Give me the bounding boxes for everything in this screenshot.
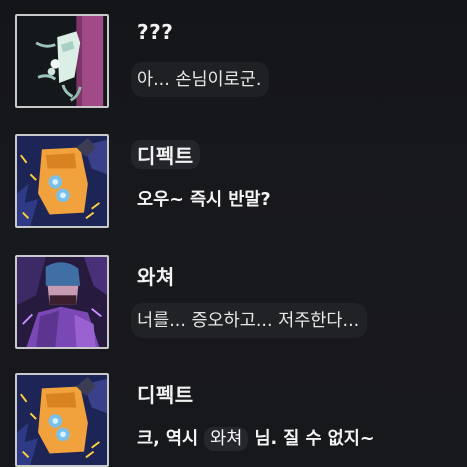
chat-message: 디펙트 크, 역시 와쳐 님. 질 수 없지~: [0, 373, 467, 467]
chat-message: ??? 아... 손님이로군.: [0, 14, 467, 124]
chat-log: ??? 아... 손님이로군. 디펙트 오우~ 즉시 반말? 와쳐 너를... …: [0, 0, 467, 467]
message-text: 크, 역시 와쳐 님. 질 수 없지~: [131, 421, 383, 456]
sender-name: 디펙트: [137, 383, 194, 407]
highlighted-name: 와쳐: [204, 427, 249, 451]
orange-robot-icon: [17, 136, 107, 226]
purple-masked-figure-avatar: [15, 255, 109, 349]
purple-masked-figure-icon: [17, 257, 107, 347]
message-text: 아... 손님이로군.: [131, 62, 270, 97]
message-text: 오우~ 즉시 반말?: [137, 190, 271, 210]
sender-name: 와쳐: [137, 265, 175, 289]
orange-robot-icon: [17, 375, 107, 465]
sender-name: 디펙트: [131, 140, 200, 169]
chat-message: 디펙트 오우~ 즉시 반말?: [0, 134, 467, 244]
pink-hat-ghost-icon: [17, 16, 107, 106]
orange-robot-avatar: [15, 134, 109, 228]
message-text: 너를... 증오하고... 저주한다...: [131, 303, 368, 338]
orange-robot-avatar: [15, 373, 109, 467]
message-text-part: 크, 역시: [137, 429, 199, 449]
chat-message: 와쳐 너를... 증오하고... 저주한다...: [0, 255, 467, 365]
pink-hat-ghost-avatar: [15, 14, 109, 108]
sender-name: ???: [137, 20, 174, 44]
message-text-part: 님. 질 수 없지~: [254, 429, 375, 449]
